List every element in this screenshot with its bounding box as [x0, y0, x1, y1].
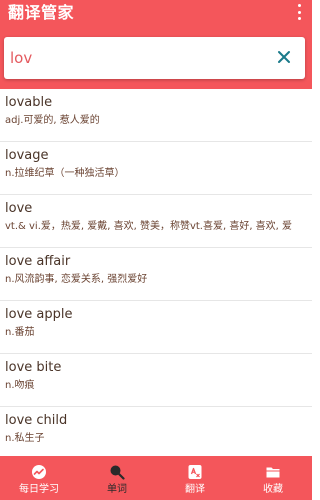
- list-item[interactable]: love bite n.吻痕: [0, 354, 312, 407]
- result-word: lovable: [5, 95, 53, 110]
- result-meaning: n.吻痕: [5, 380, 35, 391]
- tab-label: 收藏: [263, 484, 283, 495]
- more-vertical-icon[interactable]: [296, 4, 302, 20]
- result-word: love: [5, 201, 33, 216]
- translate-icon: [187, 464, 203, 480]
- tab-label: 翻译: [185, 484, 205, 495]
- result-word: love child: [5, 413, 68, 428]
- result-meaning: vt.& vi.爱，热爱, 爱戴, 喜欢, 赞美，称赞vt.喜爱, 喜好, 喜欢…: [5, 221, 293, 232]
- list-item[interactable]: love affair n.风流韵事, 恋爱关系, 强烈爱好: [0, 248, 312, 301]
- app-title: 翻译管家: [8, 3, 75, 22]
- tab-label: 单词: [107, 484, 127, 495]
- list-item[interactable]: lovage n.拉维纪草（一种独活草）: [0, 142, 312, 195]
- result-meaning: n.私生子: [5, 433, 45, 444]
- close-icon[interactable]: [277, 50, 291, 64]
- result-word: love apple: [5, 307, 73, 322]
- tab-daily-study[interactable]: 每日学习: [0, 456, 78, 500]
- tab-words[interactable]: 单词: [78, 456, 156, 500]
- search-box: [4, 37, 305, 79]
- result-list: lovable adj.可爱的, 惹人爱的 lovage n.拉维纪草（一种独活…: [0, 89, 312, 456]
- search-icon: [109, 464, 125, 480]
- result-word: love affair: [5, 254, 71, 269]
- list-item[interactable]: love apple n.番茄: [0, 301, 312, 354]
- tab-translate[interactable]: 翻译: [156, 456, 234, 500]
- result-meaning: n.番茄: [5, 327, 35, 338]
- search-input[interactable]: [10, 37, 260, 79]
- folder-icon: [265, 464, 281, 480]
- list-item[interactable]: love vt.& vi.爱，热爱, 爱戴, 喜欢, 赞美，称赞vt.喜爱, 喜…: [0, 195, 312, 248]
- daily-study-icon: [31, 464, 47, 480]
- result-meaning: n.风流韵事, 恋爱关系, 强烈爱好: [5, 274, 148, 285]
- app-header: 翻译管家: [0, 0, 312, 89]
- tab-label: 每日学习: [19, 484, 59, 495]
- result-meaning: adj.可爱的, 惹人爱的: [5, 115, 100, 126]
- result-word: love bite: [5, 360, 62, 375]
- list-item[interactable]: lovable adj.可爱的, 惹人爱的: [0, 89, 312, 142]
- bottom-tab-bar: 每日学习 单词 翻译 收藏: [0, 456, 312, 500]
- tab-favorites[interactable]: 收藏: [234, 456, 312, 500]
- result-meaning: n.拉维纪草（一种独活草）: [5, 168, 125, 179]
- result-word: lovage: [5, 148, 49, 163]
- list-item[interactable]: love child n.私生子: [0, 407, 312, 456]
